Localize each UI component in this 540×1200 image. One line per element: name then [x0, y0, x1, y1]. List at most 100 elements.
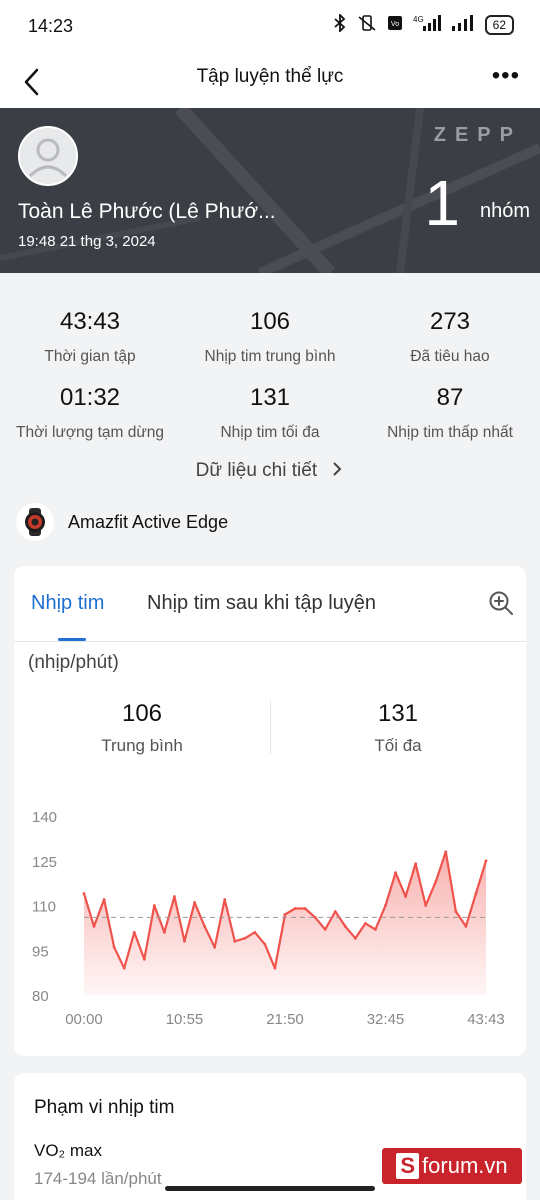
heart-rate-point — [233, 939, 237, 943]
heart-rate-point — [484, 859, 488, 863]
stat-avg-hr: 106 Nhịp tim trung bình — [180, 308, 360, 366]
user-placeholder-icon — [28, 138, 68, 178]
heart-rate-point — [213, 945, 217, 949]
heart-rate-point — [142, 957, 146, 961]
heart-rate-point — [112, 945, 116, 949]
more-options-button[interactable]: ••• — [492, 62, 520, 90]
heart-rate-point — [313, 916, 317, 919]
watch-icon — [16, 503, 54, 541]
zoom-button[interactable] — [488, 590, 514, 616]
heart-rate-point — [293, 907, 297, 910]
zepp-logo: ZEPP — [433, 124, 522, 146]
stat-value: 273 — [429, 308, 471, 335]
heart-rate-area — [84, 851, 486, 995]
heart-rate-point — [82, 892, 86, 895]
stat-min-hr: 87 Nhịp tim thấp nhất — [360, 384, 540, 442]
user-name: Toàn Lê Phước (Lê Phướ... — [18, 200, 276, 223]
workout-datetime: 19:48 21 thg 3, 2024 — [18, 233, 156, 250]
stat-duration: 43:43 Thời gian tập — [0, 308, 180, 366]
heart-rate-point — [303, 907, 307, 910]
group-unit: nhóm — [479, 200, 530, 222]
heart-rate-point — [122, 966, 126, 970]
navigation-bar: Tập luyện thể lực ••• — [0, 56, 540, 108]
heart-rate-point — [364, 922, 367, 925]
hr-average: 106 Trung bình — [14, 700, 270, 756]
stat-label: Nhịp tim thấp nhất — [387, 424, 513, 441]
heart-rate-point — [424, 904, 428, 907]
zoom-in-icon — [489, 591, 513, 615]
stat-label: Nhịp tim trung bình — [204, 348, 336, 365]
x-tick-label: 43:43 — [467, 1011, 505, 1028]
battery-indicator: 62 — [484, 15, 514, 35]
hr-average-label: Trung bình — [101, 736, 183, 755]
heart-rate-point — [353, 936, 357, 940]
svg-text:4G: 4G — [413, 15, 424, 24]
avatar[interactable] — [18, 126, 78, 186]
status-icons: Vo 4G 62 — [333, 12, 514, 36]
heart-rate-point — [343, 924, 347, 928]
hr-max: 131 Tối đa — [270, 700, 526, 756]
x-tick-label: 10:55 — [166, 1011, 204, 1028]
stat-value: 106 — [249, 308, 291, 335]
y-tick-label: 110 — [32, 899, 56, 916]
heart-rate-point — [414, 862, 418, 866]
stat-label: Thời gian tập — [44, 348, 136, 365]
group-count: 1 — [424, 167, 460, 239]
heart-rate-point — [203, 924, 207, 928]
watermark-logo-icon: S — [396, 1153, 420, 1179]
hr-max-label: Tối đa — [374, 736, 422, 755]
stat-pause-duration: 01:32 Thời lượng tạm dừng — [0, 384, 180, 442]
stat-label: Nhịp tim tối đa — [220, 424, 320, 441]
vo2-range: 174-194 lần/phút — [34, 1169, 162, 1188]
heart-rate-point — [193, 901, 196, 904]
signal-icon — [451, 14, 475, 36]
heart-rate-point — [434, 880, 438, 884]
heart-rate-point — [384, 904, 387, 907]
heart-rate-point — [102, 898, 106, 901]
stat-label: Thời lượng tạm dừng — [16, 424, 164, 441]
heart-rate-point — [152, 904, 156, 907]
stat-value: 131 — [249, 384, 291, 411]
home-indicator — [165, 1186, 375, 1191]
stat-value: 43:43 — [59, 308, 121, 335]
heart-rate-point — [132, 930, 136, 934]
heart-rate-point — [464, 924, 468, 928]
stat-max-hr: 131 Nhịp tim tối đa — [180, 384, 360, 442]
status-time: 14:23 — [28, 16, 74, 36]
heart-rate-point — [92, 924, 96, 928]
heart-rate-point — [273, 966, 277, 970]
detail-data-label: Dữ liệu chi tiết — [195, 460, 318, 481]
heart-rate-point — [444, 850, 448, 854]
heart-rate-point — [454, 910, 458, 913]
heart-rate-point — [333, 910, 337, 913]
heart-rate-point — [374, 927, 377, 931]
x-tick-label: 00:00 — [65, 1011, 103, 1028]
heart-rate-point — [323, 927, 327, 931]
device-row[interactable]: Amazfit Active Edge — [16, 502, 228, 542]
detail-data-link[interactable]: Dữ liệu chi tiết — [0, 460, 540, 482]
page-title: Tập luyện thể lực — [196, 66, 344, 87]
x-tick-label: 32:45 — [367, 1011, 405, 1028]
heart-rate-unit: (nhịp/phút) — [28, 652, 119, 673]
heart-rate-tabs: Nhịp tim Nhịp tim sau khi tập luyện — [14, 566, 526, 642]
heart-rate-point — [173, 895, 176, 898]
watermark: S forum.vn — [382, 1148, 522, 1184]
heart-rate-point — [394, 871, 397, 875]
heart-rate-point — [223, 898, 227, 901]
more-icon: ••• — [491, 62, 520, 89]
vibrate-off-icon — [357, 14, 377, 36]
y-tick-label: 125 — [32, 854, 57, 871]
hr-max-value: 131 — [377, 700, 419, 727]
stat-calories: 273 Đã tiêu hao — [360, 308, 540, 366]
stat-value: 87 — [436, 384, 464, 411]
heart-rate-point — [253, 930, 257, 934]
svg-text:Vo: Vo — [391, 21, 399, 28]
tab-heart-rate[interactable]: Nhịp tim — [31, 592, 104, 615]
workout-banner: Toàn Lê Phước (Lê Phướ... 19:48 21 thg 3… — [0, 108, 540, 273]
tab-post-workout-heart-rate[interactable]: Nhịp tim sau khi tập luyện — [147, 592, 376, 615]
heart-rate-point — [243, 936, 247, 940]
x-tick-label: 21:50 — [266, 1011, 304, 1028]
heart-rate-chart[interactable]: 140 125 110 95 80 00:00 10:55 21:50 32:45 43:43 — [14, 790, 526, 1030]
y-tick-label: 80 — [32, 988, 49, 1005]
device-name: Amazfit Active Edge — [68, 511, 229, 532]
